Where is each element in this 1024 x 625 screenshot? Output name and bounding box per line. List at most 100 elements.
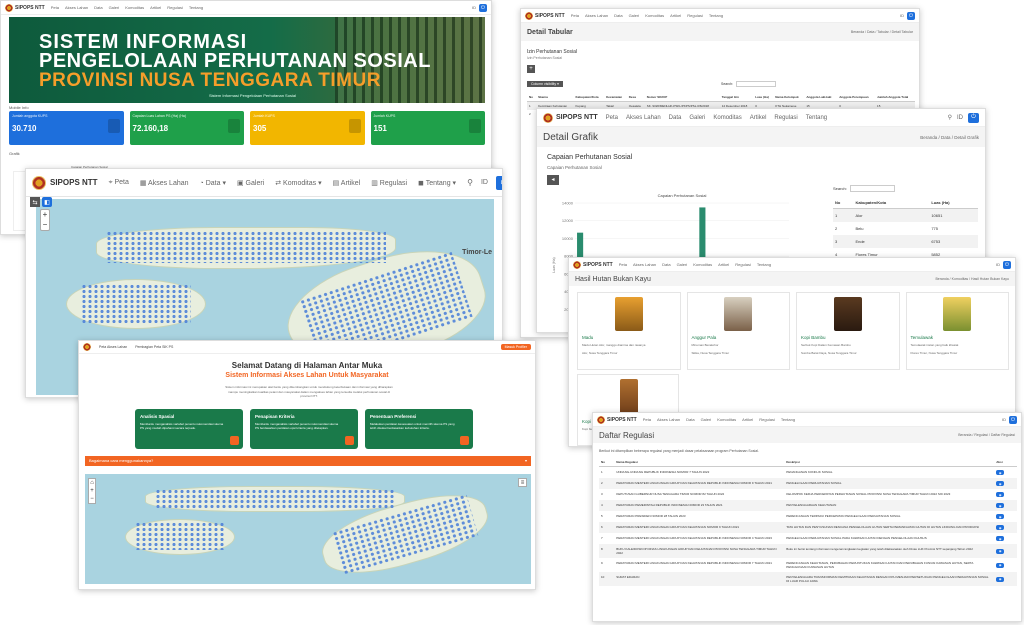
view-button[interactable]: ◉: [996, 576, 1005, 582]
view-button[interactable]: ◉: [996, 503, 1005, 508]
akses-map[interactable]: ⌂ + − ≡: [85, 474, 531, 587]
power-button[interactable]: ⏻: [968, 112, 979, 123]
nav-regulasi[interactable]: ▥ Regulasi: [371, 179, 407, 187]
nav-artikel[interactable]: Artikel: [150, 5, 161, 10]
column-header[interactable]: Anggota Perempuan: [837, 93, 876, 102]
tab-peta-akses-lahan[interactable]: Peta Akses Lahan: [99, 345, 127, 349]
column-header[interactable]: Nama Kelompok: [773, 93, 805, 102]
product-name[interactable]: Temulawak: [911, 335, 934, 340]
nav-peta[interactable]: Peta: [606, 115, 618, 121]
zoom-out-button[interactable]: −: [41, 220, 49, 230]
power-button[interactable]: ⏻: [495, 175, 502, 190]
view-button[interactable]: ◉: [996, 548, 1005, 554]
power-button[interactable]: ⏻: [1003, 260, 1011, 269]
nav-galeri[interactable]: ▣ Galeri: [237, 179, 264, 187]
nav-komoditas[interactable]: Komoditas: [713, 115, 741, 121]
nav-artikel[interactable]: Artikel: [742, 417, 753, 422]
nav-artikel[interactable]: ▤ Artikel: [333, 179, 361, 187]
nav-galeri[interactable]: Galeri: [689, 115, 705, 121]
nav-komoditas[interactable]: Komoditas: [645, 13, 664, 18]
nav-peta[interactable]: ⌖ Peta: [109, 179, 129, 187]
brand[interactable]: SIPOPS NTT: [597, 415, 637, 424]
stat-card[interactable]: Jumlah KUPS 151: [370, 111, 485, 145]
masuk-profiler-button[interactable]: Masuk Profiler: [500, 344, 531, 350]
view-button[interactable]: ◉: [996, 562, 1005, 568]
view-button[interactable]: ◉: [996, 514, 1005, 519]
feature-card[interactable]: Penapisan Kriteria Membantu menganalisis …: [250, 409, 358, 449]
brand[interactable]: SIPOPS NTT: [543, 112, 598, 123]
product-card[interactable]: Kopi Bambu Serbuk Kopi Dalam Kemasan Bamb…: [796, 292, 900, 370]
brand[interactable]: SIPOPS NTT: [573, 260, 613, 269]
nav-akses-lahan[interactable]: Akses Lahan: [657, 417, 680, 422]
stat-card[interactable]: Capaian Luas Lahan PS (Ha) (Ha) 72.160,18: [129, 111, 244, 145]
nav-data[interactable]: ◔ Data ▾: [200, 179, 226, 187]
nav-data[interactable]: Data: [669, 115, 682, 121]
power-button[interactable]: ⏻: [479, 3, 487, 12]
nav-regulasi[interactable]: Regulasi: [735, 262, 751, 267]
nav-peta[interactable]: Peta: [51, 5, 59, 10]
layers-button[interactable]: ⇆: [30, 197, 40, 207]
brand[interactable]: SIPOPS NTT: [32, 175, 98, 190]
nav-data[interactable]: Data: [94, 5, 102, 10]
column-header[interactable]: Desa: [626, 93, 645, 102]
lang-select[interactable]: ID: [472, 5, 476, 10]
nav-galeri[interactable]: Galeri: [629, 13, 640, 18]
product-card[interactable]: Madu Madu Hutan Alor, manggo dianima dan …: [577, 292, 681, 370]
view-button[interactable]: ◉: [996, 525, 1005, 530]
column-header[interactable]: Anggota Laki-laki: [804, 93, 838, 102]
nav-regulasi[interactable]: Regulasi: [687, 13, 703, 18]
lang-select[interactable]: ID: [900, 13, 904, 18]
view-button[interactable]: ◉: [996, 470, 1005, 475]
nav-artikel[interactable]: Artikel: [718, 262, 729, 267]
nav-akses-lahan[interactable]: Akses Lahan: [633, 262, 656, 267]
lang-select[interactable]: ID: [1002, 417, 1006, 422]
column-header[interactable]: Jumlah Anggota Total: [875, 93, 915, 102]
nav-komoditas[interactable]: Komoditas: [693, 262, 712, 267]
feature-card[interactable]: Analisis Spasial Membantu menganalisis va…: [135, 409, 243, 449]
nav-galeri[interactable]: Galeri: [701, 417, 712, 422]
product-name[interactable]: Anggur Pala: [692, 335, 717, 340]
product-card[interactable]: Anggur Pala Minuman Berakohor Sikka, Nusa …: [686, 292, 790, 370]
search-input[interactable]: [849, 185, 895, 192]
nav-galeri[interactable]: Galeri: [677, 262, 688, 267]
nav-tentang[interactable]: Tentang: [806, 115, 827, 121]
column-header[interactable]: Kecamatan: [604, 93, 627, 102]
nav-akses-lahan[interactable]: Akses Lahan: [585, 13, 608, 18]
power-button[interactable]: ⏻: [907, 11, 915, 20]
nav-peta[interactable]: Peta: [571, 13, 579, 18]
zoom-out-button[interactable]: −: [89, 495, 95, 503]
column-header[interactable]: Kabupaten/Kota: [573, 93, 605, 102]
nav-data[interactable]: Data: [662, 262, 670, 267]
product-name[interactable]: Madu: [582, 335, 593, 340]
feature-card[interactable]: Penentuan Preferensi Melakukan penilaian …: [365, 409, 473, 449]
nav-komoditas[interactable]: Komoditas: [717, 417, 736, 422]
column-header[interactable]: Luas (Ha): [929, 197, 978, 209]
nav-akses-lahan[interactable]: Akses Lahan: [65, 5, 88, 10]
search-icon[interactable]: ⚲: [948, 114, 952, 121]
zoom-in-button[interactable]: +: [41, 210, 49, 220]
nav-artikel[interactable]: Artikel: [670, 13, 681, 18]
column-header[interactable]: Luas (Ha): [753, 93, 774, 102]
tab-pembagian-peta[interactable]: Pembagian Peta SIK PS: [135, 345, 173, 349]
search-icon[interactable]: ⚲: [467, 178, 473, 187]
nav-regulasi[interactable]: Regulasi: [774, 115, 797, 121]
column-header[interactable]: Kabupaten/Kota: [853, 197, 929, 209]
collapse-button[interactable]: ◂: [547, 175, 559, 185]
lang-select[interactable]: ID: [481, 179, 488, 186]
column-header[interactable]: Nomor SK/IUP: [644, 93, 720, 102]
add-button[interactable]: +: [527, 65, 535, 73]
column-header[interactable]: Skema: [536, 93, 574, 102]
nav-tentang[interactable]: Tentang: [781, 417, 795, 422]
lang-select[interactable]: ID: [957, 115, 963, 121]
nav-regulasi[interactable]: Regulasi: [759, 417, 775, 422]
nav-komoditas[interactable]: Komoditas: [125, 5, 144, 10]
nav-akses-lahan[interactable]: Akses Lahan: [626, 115, 661, 121]
column-header[interactable]: Aksi: [994, 458, 1017, 467]
column-header[interactable]: No: [527, 93, 537, 102]
stat-card[interactable]: Jumlah anggota KUPS 30.710: [9, 111, 124, 145]
nav-artikel[interactable]: Artikel: [750, 115, 767, 121]
nav-komoditas[interactable]: ⇄ Komoditas ▾: [275, 179, 321, 187]
product-name[interactable]: Kopi: [582, 419, 591, 424]
nav-data[interactable]: Data: [614, 13, 622, 18]
nav-galeri[interactable]: Galeri: [109, 5, 120, 10]
